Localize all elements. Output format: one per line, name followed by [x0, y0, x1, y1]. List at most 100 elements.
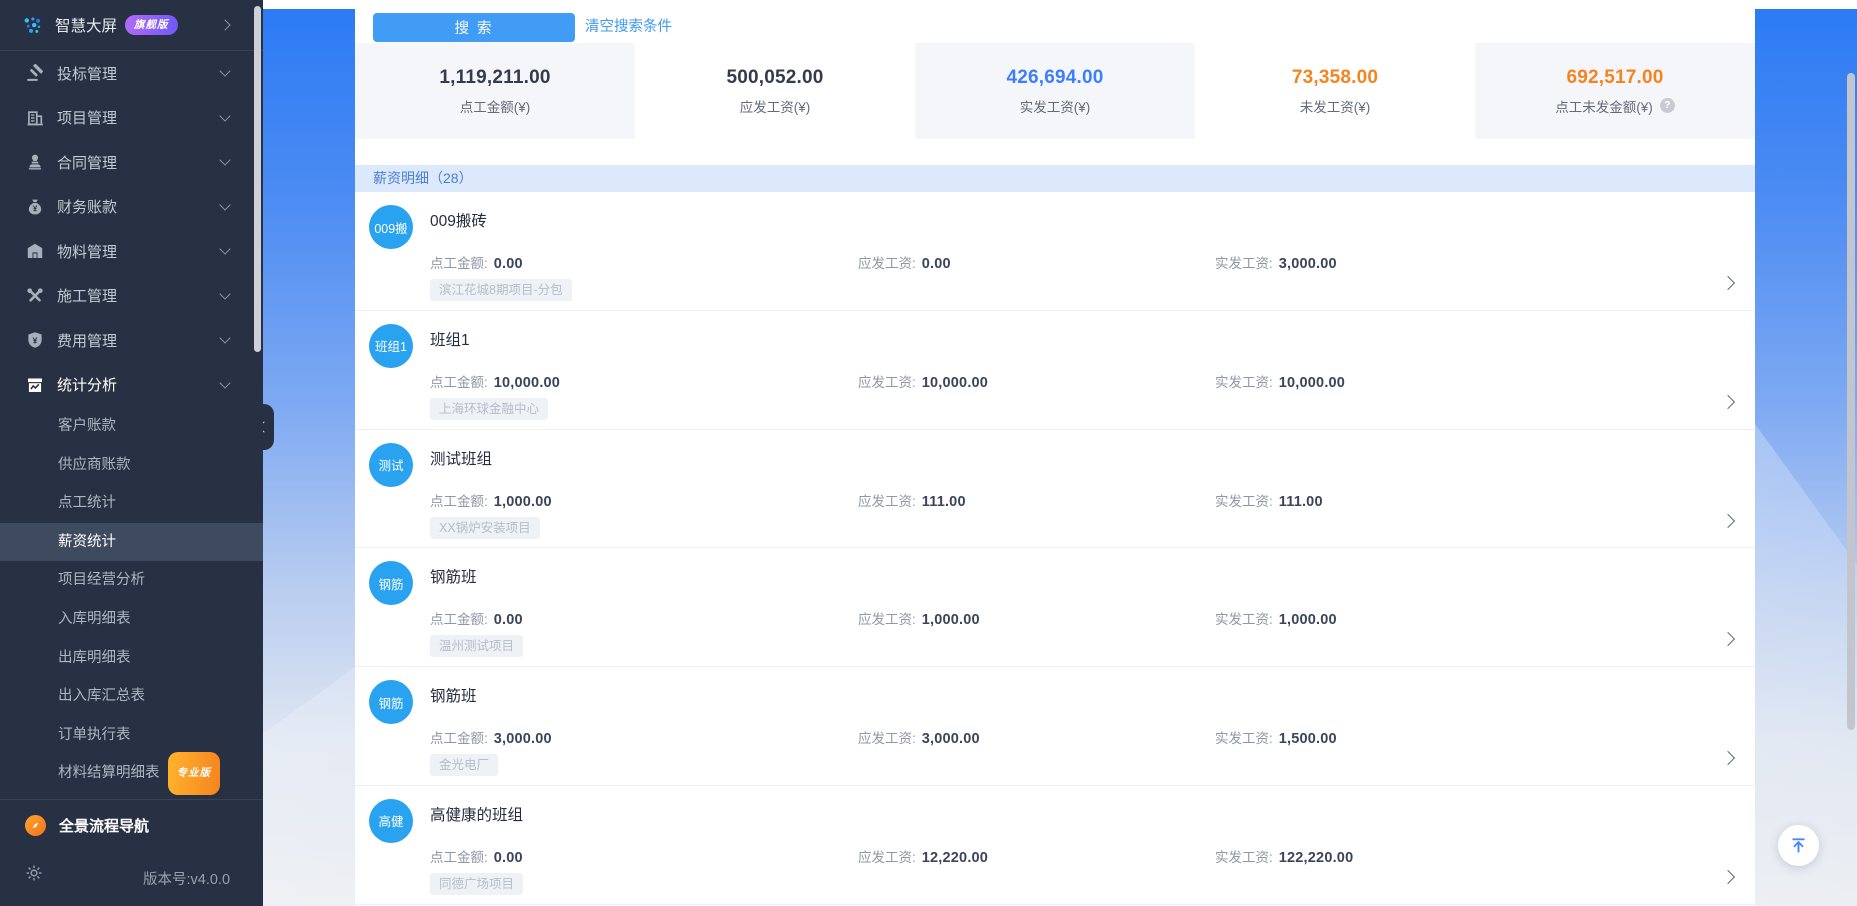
chevron-right-icon: [1721, 276, 1735, 290]
gavel-icon: [26, 64, 44, 82]
chevron-down-icon: [219, 199, 230, 210]
svg-text:¥: ¥: [33, 204, 38, 213]
field-label-yfgz: 应发工资:: [858, 612, 916, 627]
sidebar-submenu-item[interactable]: 项目经营分析: [0, 561, 263, 600]
panorama-nav-label: 全景流程导航: [59, 815, 149, 836]
sidebar-menu-item[interactable]: 统计分析: [0, 363, 263, 408]
sidebar-menu-item[interactable]: 项目管理: [0, 96, 263, 141]
sidebar-submenu-item[interactable]: 出入库汇总表: [0, 677, 263, 716]
menu-item-label: 投标管理: [57, 63, 117, 84]
stat-label: 点工未发金额(¥): [1555, 96, 1653, 116]
field-label-yfgz: 应发工资:: [858, 375, 916, 390]
salary-row[interactable]: 钢筋 钢筋班 点工金额:3,000.00 应发工资:3,000.00 实发工资:…: [355, 667, 1755, 786]
sidebar-submenu-item[interactable]: 订单执行表: [0, 716, 263, 755]
sidebar-submenu-item[interactable]: 材料结算明细表 专业版: [0, 754, 263, 793]
sidebar-menu-item[interactable]: 施工管理: [0, 274, 263, 319]
field-value-yfgz: 10,000.00: [922, 375, 988, 391]
stats-row: 1,119,211.00 点工金额(¥) 500,052.00 应发工资(¥): [355, 43, 1755, 139]
sidebar-menu-item[interactable]: ¥ 费用管理: [0, 318, 263, 363]
salary-row[interactable]: 钢筋 钢筋班 点工金额:0.00 应发工资:1,000.00 实发工资:1,00…: [355, 548, 1755, 667]
salary-row[interactable]: 测试 测试班组 点工金额:1,000.00 应发工资:111.00 实发工资:1…: [355, 430, 1755, 549]
help-icon[interactable]: ?: [1660, 98, 1675, 113]
sidebar-scrollbar-thumb[interactable]: [254, 6, 261, 352]
project-tag: 金光电厂: [430, 754, 498, 776]
chevron-down-icon: [219, 155, 230, 166]
field-value-yfgz: 12,220.00: [922, 850, 988, 866]
sidebar: 智慧大屏 旗舰版 投标管理 项目管理 合: [0, 0, 263, 906]
search-button[interactable]: 搜 索: [373, 13, 575, 42]
clear-search-link[interactable]: 清空搜索条件: [585, 13, 672, 42]
stat-value: 73,358.00: [1292, 67, 1378, 89]
salary-row[interactable]: 009搬 009搬砖 点工金额:0.00 应发工资:0.00 实发工资:3,00…: [355, 192, 1755, 311]
stats-icon: [26, 376, 44, 394]
chevron-down-icon: [219, 333, 230, 344]
menu-item-label: 物料管理: [57, 241, 117, 262]
sidebar-menu-item[interactable]: 物料管理: [0, 229, 263, 274]
field-value-sfgz: 1,000.00: [1279, 612, 1337, 628]
stat-card: 692,517.00 点工未发金额(¥) ?: [1475, 43, 1755, 139]
back-to-top-button[interactable]: [1778, 825, 1819, 866]
chevron-right-icon: [1721, 870, 1735, 884]
stat-value: 1,119,211.00: [439, 67, 550, 89]
submenu-item-label: 出库明细表: [58, 639, 131, 678]
field-value-dgje: 0.00: [494, 256, 523, 272]
gear-icon[interactable]: [25, 864, 43, 882]
field-label-dgje: 点工金额:: [430, 494, 488, 509]
chevron-right-icon: [1721, 632, 1735, 646]
stat-label: 实发工资(¥): [1020, 96, 1091, 116]
field-value-sfgz: 3,000.00: [1279, 256, 1337, 272]
avatar: 测试: [369, 443, 413, 487]
field-label-sfgz: 实发工资:: [1215, 612, 1273, 627]
sidebar-menu-item[interactable]: ¥ 财务账款: [0, 185, 263, 230]
chevron-right-icon: [219, 19, 230, 30]
sidebar-submenu-item[interactable]: 出库明细表: [0, 639, 263, 678]
sidebar-logo-item[interactable]: 智慧大屏 旗舰版: [0, 0, 263, 50]
field-value-yfgz: 3,000.00: [922, 731, 980, 747]
submenu-item-label: 项目经营分析: [58, 561, 145, 600]
project-tag: 上海环球金融中心: [430, 398, 548, 420]
avatar: 009搬: [369, 205, 413, 249]
sidebar-menu-item[interactable]: 投标管理: [0, 51, 263, 96]
moneybag-icon: ¥: [26, 198, 44, 216]
field-value-dgje: 3,000.00: [494, 731, 552, 747]
menu-item-label: 合同管理: [57, 152, 117, 173]
field-label-yfgz: 应发工资:: [858, 850, 916, 865]
panorama-nav-item[interactable]: 全景流程导航: [0, 800, 263, 850]
sidebar-submenu-item[interactable]: 客户账款: [0, 407, 263, 446]
team-name: 班组1: [430, 328, 470, 350]
sidebar-bottom: 全景流程导航 版本号:v4.0.0: [0, 799, 263, 906]
field-label-sfgz: 实发工资:: [1215, 375, 1273, 390]
field-label-dgje: 点工金额:: [430, 850, 488, 865]
menu-item-label: 财务账款: [57, 196, 117, 217]
sidebar-submenu: 客户账款 供应商账款 点工统计 薪资统计: [0, 407, 263, 793]
field-value-dgje: 0.00: [494, 612, 523, 628]
salary-row[interactable]: 班组1 班组1 点工金额:10,000.00 应发工资:10,000.00 实发…: [355, 311, 1755, 430]
submenu-item-label: 供应商账款: [58, 446, 131, 485]
field-value-yfgz: 111.00: [922, 494, 966, 510]
submenu-item-label: 材料结算明细表: [58, 754, 160, 793]
app-window: 智慧大屏 旗舰版 投标管理 项目管理 合: [0, 0, 1857, 906]
sidebar-submenu-item[interactable]: 供应商账款: [0, 446, 263, 485]
stat-label: 应发工资(¥): [740, 96, 811, 116]
chevron-down-icon: [219, 66, 230, 77]
team-name: 高健康的班组: [430, 803, 523, 825]
submenu-item-label: 客户账款: [58, 407, 116, 446]
salary-row[interactable]: 高健 高健康的班组 点工金额:0.00 应发工资:12,220.00 实发工资:…: [355, 786, 1755, 905]
submenu-item-label: 出入库汇总表: [58, 677, 145, 716]
stamp-icon: [26, 153, 44, 171]
project-tag: XX锅炉安装项目: [430, 517, 540, 539]
field-label-dgje: 点工金额:: [430, 612, 488, 627]
stat-label: 点工金额(¥): [460, 96, 531, 116]
stat-label: 未发工资(¥): [1300, 96, 1371, 116]
field-label-yfgz: 应发工资:: [858, 256, 916, 271]
field-label-sfgz: 实发工资:: [1215, 731, 1273, 746]
field-value-dgje: 1,000.00: [494, 494, 552, 510]
stat-value: 692,517.00: [1566, 67, 1663, 89]
sidebar-submenu-item[interactable]: 入库明细表: [0, 600, 263, 639]
sidebar-menu: 投标管理 项目管理 合同管理 ¥ 财务账款: [0, 51, 263, 407]
sidebar-menu-item[interactable]: 合同管理: [0, 140, 263, 185]
page-scrollbar-thumb[interactable]: [1847, 73, 1855, 730]
sidebar-submenu-item[interactable]: 薪资统计: [0, 523, 263, 562]
sidebar-submenu-item[interactable]: 点工统计: [0, 484, 263, 523]
chevron-right-icon: [1721, 751, 1735, 765]
